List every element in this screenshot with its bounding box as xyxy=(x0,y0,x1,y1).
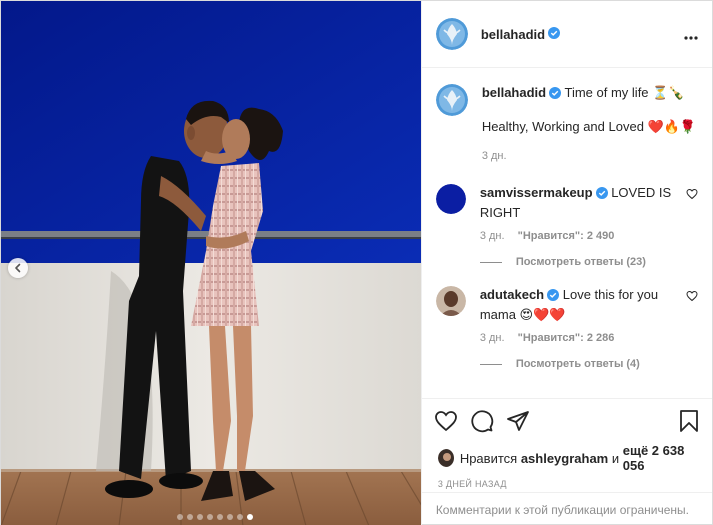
liker-username[interactable]: ashleygraham xyxy=(521,451,608,466)
carousel-dot xyxy=(196,514,203,520)
comment-time: 3 дн. xyxy=(479,332,505,344)
carousel-indicator xyxy=(1,514,421,520)
comment-icon xyxy=(471,409,493,432)
comment-button[interactable] xyxy=(470,409,494,436)
comment-body: adutakech Love this for you mama 😍❤️❤️ 3… xyxy=(480,286,678,344)
carousel-dot xyxy=(186,514,193,520)
post-date[interactable]: 3 ДНЕЙ НАЗАД xyxy=(438,479,700,489)
avatar[interactable] xyxy=(435,184,466,214)
more-options-button[interactable] xyxy=(684,24,698,45)
comment-username[interactable]: adutakech xyxy=(480,287,544,302)
avatar[interactable] xyxy=(435,18,468,50)
likes-summary: Нравится ashleygraham и ещё 2 638 056 xyxy=(434,443,700,473)
avatar[interactable] xyxy=(437,449,454,467)
commenter-avatar-image xyxy=(435,184,466,214)
caption-text-line: bellahadid Time of my life ⏳🍾 xyxy=(482,84,698,104)
caption-time: 3 дн. xyxy=(481,150,507,162)
likes-prefix: Нравится xyxy=(459,450,518,466)
verified-badge-icon xyxy=(595,186,608,204)
save-button[interactable] xyxy=(678,409,700,436)
post-photo[interactable] xyxy=(1,1,421,525)
post-modal: bellahadid bellahadid Time of my life ⏳🍾… xyxy=(0,0,713,525)
comment-meta: 3 дн. "Нравится": 2 286 xyxy=(480,332,678,344)
caption: bellahadid Time of my life ⏳🍾 Healthy, W… xyxy=(435,84,698,162)
like-button[interactable] xyxy=(434,409,458,436)
share-icon xyxy=(506,410,529,431)
carousel-prev-button[interactable] xyxy=(8,258,28,278)
comment-username[interactable]: samvissermakeup xyxy=(480,185,593,200)
replies-divider xyxy=(479,261,502,263)
post-actions: Нравится ashleygraham и ещё 2 638 056 3 … xyxy=(421,398,712,489)
avatar[interactable] xyxy=(435,84,468,116)
heart-icon xyxy=(686,290,698,302)
comment-text-line: samvissermakeup LOVED IS RIGHT xyxy=(480,184,678,222)
comments-list[interactable]: bellahadid Time of my life ⏳🍾 Healthy, W… xyxy=(422,68,712,398)
carousel-dot xyxy=(176,514,183,520)
verified-badge-icon xyxy=(549,86,562,104)
comment-meta: 3 дн. "Нравится": 2 490 xyxy=(480,230,678,242)
verified-badge-icon xyxy=(547,288,560,306)
carousel-dot xyxy=(226,514,233,520)
post-side-panel: bellahadid bellahadid Time of my life ⏳🍾… xyxy=(420,1,712,525)
share-button[interactable] xyxy=(506,409,530,436)
caption-avatar-image xyxy=(435,84,468,116)
likes-count[interactable]: ещё 2 638 056 xyxy=(623,443,700,473)
comment-likes[interactable]: "Нравится": 2 490 xyxy=(518,230,615,242)
avatar[interactable] xyxy=(435,286,466,316)
caption-body: bellahadid Time of my life ⏳🍾 Healthy, W… xyxy=(482,84,698,162)
photo-scene xyxy=(1,1,421,525)
view-replies-button[interactable]: Посмотреть ответы (23) xyxy=(479,256,698,268)
likes-middle: и xyxy=(611,450,620,466)
verified-badge-icon xyxy=(548,26,561,42)
header-username[interactable]: bellahadid xyxy=(481,27,545,42)
carousel-dot xyxy=(246,514,253,520)
caption-text: Time of my life ⏳🍾 xyxy=(564,85,685,100)
chevron-left-icon xyxy=(13,261,23,276)
comment-body: samvissermakeup LOVED IS RIGHT 3 дн. "Нр… xyxy=(480,184,678,242)
commenter-avatar-image xyxy=(435,286,466,316)
view-replies-button[interactable]: Посмотреть ответы (4) xyxy=(479,358,698,370)
comment-text-line: adutakech Love this for you mama 😍❤️❤️ xyxy=(480,286,678,324)
liker-avatar-image xyxy=(437,449,454,467)
heart-icon xyxy=(434,410,457,431)
comment-like-button[interactable] xyxy=(686,188,698,203)
heart-icon xyxy=(686,188,698,200)
comment-likes[interactable]: "Нравится": 2 286 xyxy=(518,332,615,344)
view-replies-label: Посмотреть ответы (4) xyxy=(515,358,640,370)
save-icon xyxy=(680,409,698,432)
view-replies-label: Посмотреть ответы (23) xyxy=(515,256,646,268)
comment-item: adutakech Love this for you mama 😍❤️❤️ 3… xyxy=(435,286,698,344)
caption-username[interactable]: bellahadid xyxy=(482,85,546,100)
comments-limited-notice: Комментарии к этой публикации ограничены… xyxy=(421,492,712,525)
comment-like-button[interactable] xyxy=(686,290,698,305)
carousel-dot xyxy=(206,514,213,520)
comment-item: samvissermakeup LOVED IS RIGHT 3 дн. "Нр… xyxy=(435,184,698,242)
replies-divider xyxy=(479,363,502,365)
post-header: bellahadid xyxy=(421,1,712,68)
profile-avatar-image xyxy=(435,18,468,50)
action-icons-row xyxy=(434,407,700,437)
caption-line-2: Healthy, Working and Loved ❤️🔥🌹 xyxy=(481,119,697,134)
carousel-dot xyxy=(216,514,223,520)
comment-time: 3 дн. xyxy=(479,230,505,242)
more-icon xyxy=(684,24,698,44)
carousel-dot xyxy=(236,514,243,520)
